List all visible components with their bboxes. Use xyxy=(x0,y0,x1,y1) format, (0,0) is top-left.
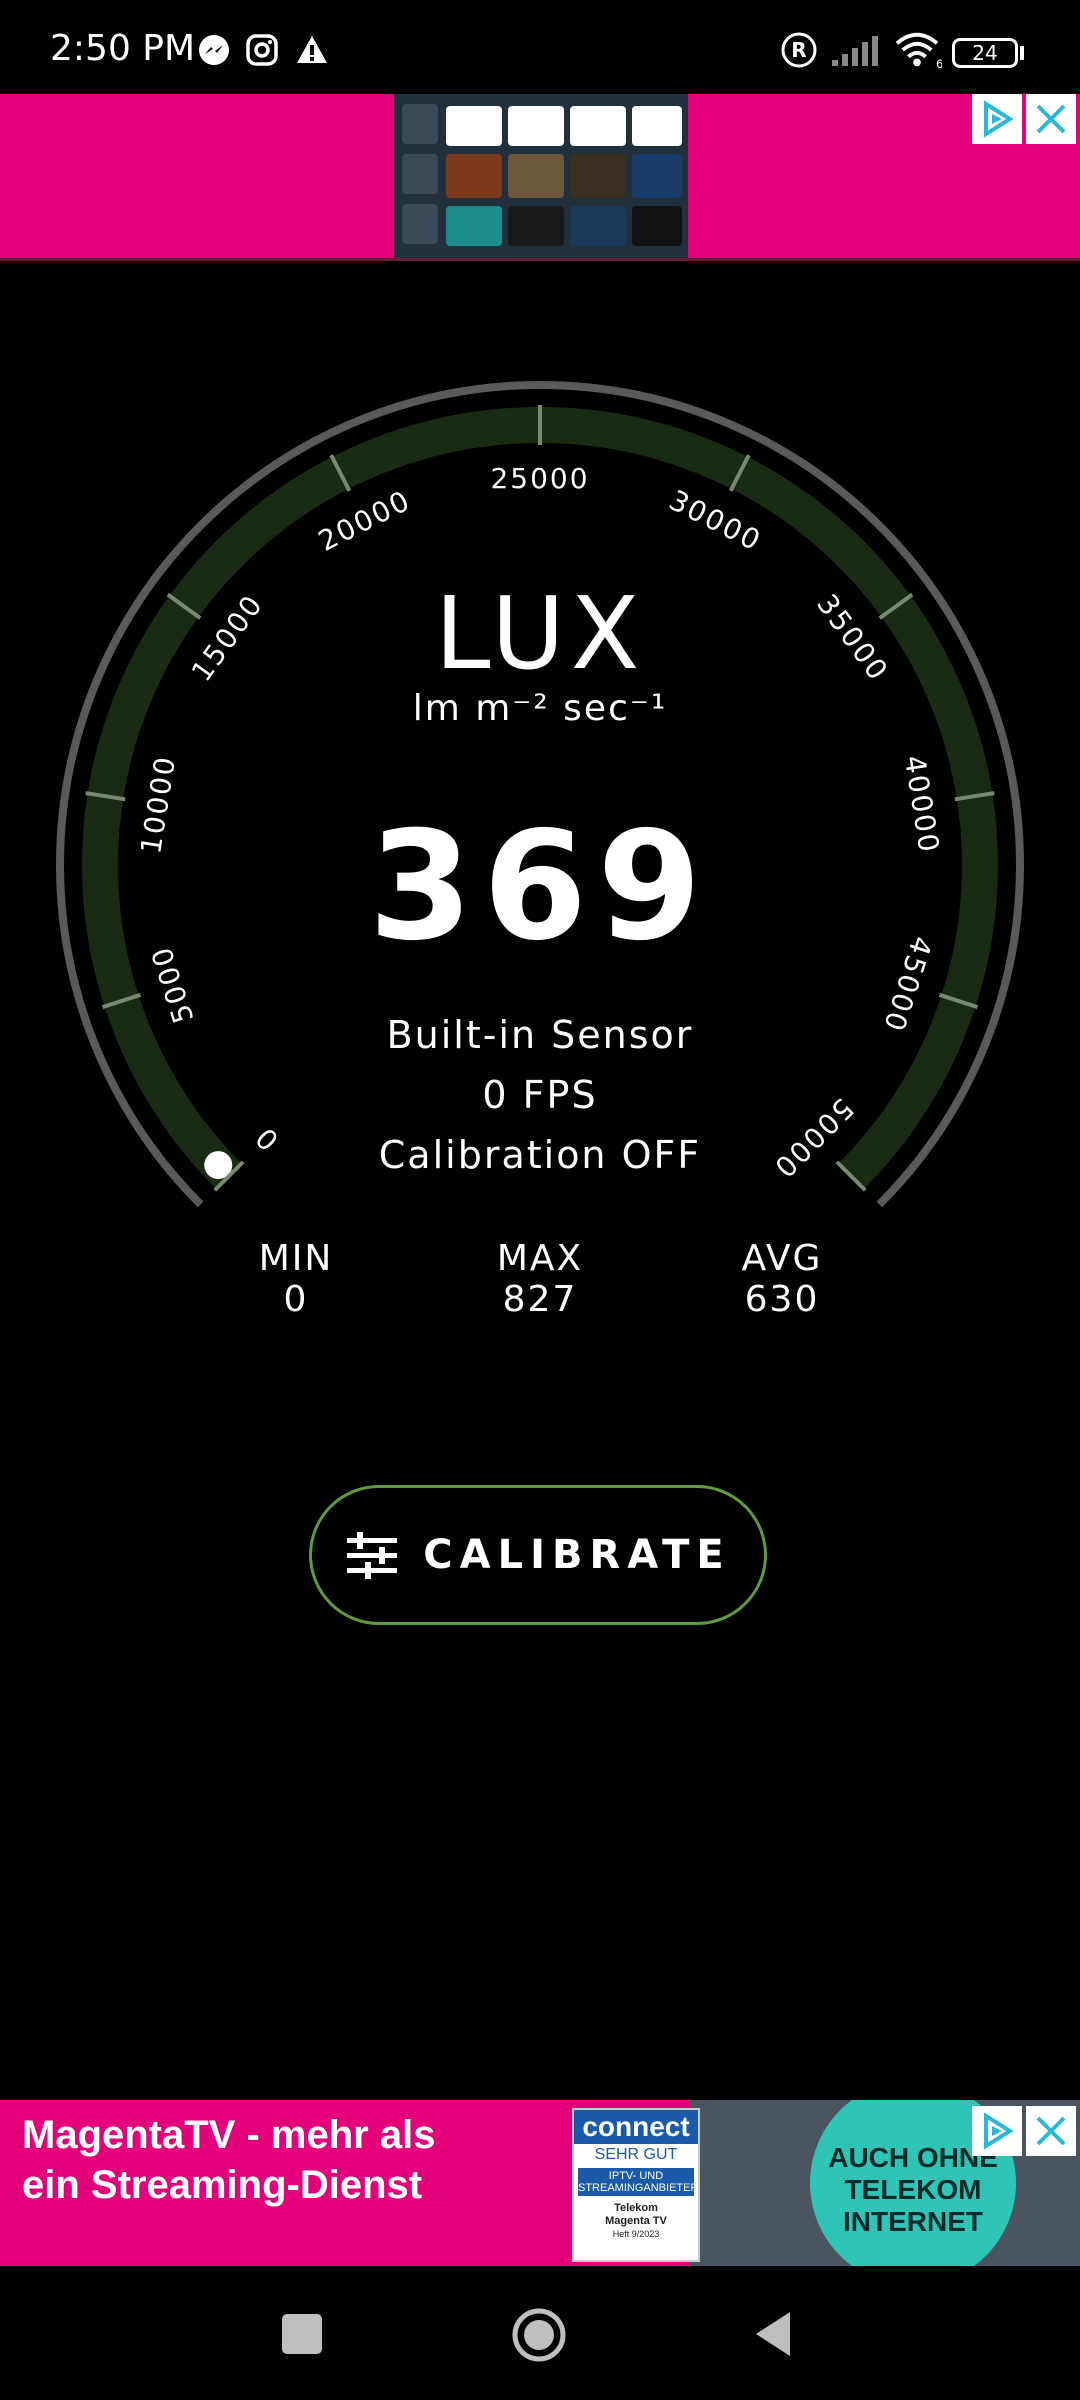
lux-gauge: 0500010000150002000025000300003500040000… xyxy=(56,380,1024,1208)
stat-avg-label: AVG xyxy=(741,1238,823,1279)
calibration-status: Calibration OFF xyxy=(378,1133,702,1177)
gauge-title: LUX xyxy=(434,575,646,692)
status-bar: 2:50 PM R 6 24 xyxy=(0,0,1080,92)
adchoices-icon-bottom[interactable] xyxy=(972,2106,1022,2156)
stat-max-label: MAX xyxy=(496,1238,584,1279)
stat-max-value: 827 xyxy=(502,1279,578,1320)
gauge-unit: lm m⁻² sec⁻¹ xyxy=(412,688,668,729)
badge-line2: STREAMINGANBIETER xyxy=(578,2182,699,2194)
registered-icon: R xyxy=(781,32,817,68)
battery-icon: 24 xyxy=(952,38,1018,68)
status-time: 2:50 PM xyxy=(50,28,196,69)
calibrate-label: CALIBRATE xyxy=(423,1532,731,1578)
ad-headline-line-1: MagentaTV - mehr als xyxy=(22,2113,436,2157)
messenger-icon xyxy=(199,35,229,65)
ad-banner-top[interactable] xyxy=(0,94,1080,261)
battery-level: 24 xyxy=(972,41,998,65)
battery-tip xyxy=(1020,46,1024,60)
instagram-icon xyxy=(246,34,278,66)
gauge-tick-label: 25000 xyxy=(490,462,589,495)
svg-text:R: R xyxy=(791,38,806,62)
badge-title: connect xyxy=(574,2110,698,2144)
ad-close-icon-bottom[interactable] xyxy=(1026,2106,1076,2156)
ad-circle-text: AUCH OHNE TELEKOM INTERNET xyxy=(810,2142,1016,2238)
stat-avg-value: 630 xyxy=(744,1279,820,1320)
ad-rating-badge: connect SEHR GUT IPTV- UND STREAMINGANBI… xyxy=(572,2108,700,2262)
lux-value: 369 xyxy=(368,800,712,974)
home-button[interactable] xyxy=(510,2306,568,2364)
stat-min-label: MIN xyxy=(258,1238,334,1279)
ad-circle-line-2: TELEKOM xyxy=(844,2174,982,2205)
fps-readout: 0 FPS xyxy=(482,1073,598,1117)
recents-button[interactable] xyxy=(282,2314,322,2354)
ad-headline: MagentaTV - mehr als ein Streaming-Diens… xyxy=(22,2110,435,2210)
calibrate-button[interactable]: CALIBRATE xyxy=(309,1485,767,1625)
stat-avg: AVG 630 xyxy=(682,1238,882,1320)
warning-icon xyxy=(297,36,327,63)
ad-circle-line-3: INTERNET xyxy=(843,2206,983,2237)
sensor-source: Built-in Sensor xyxy=(386,1013,694,1057)
stat-min: MIN 0 xyxy=(196,1238,396,1320)
badge-issue: Heft 9/2023 xyxy=(612,2229,660,2239)
badge-brand2: Magenta TV xyxy=(605,2215,667,2227)
ad-close-icon[interactable] xyxy=(1026,94,1076,144)
ad-banner-bottom[interactable]: MagentaTV - mehr als ein Streaming-Diens… xyxy=(0,2100,1080,2266)
ad-headline-line-2: ein Streaming-Dienst xyxy=(22,2163,423,2207)
sliders-icon xyxy=(347,1532,398,1579)
back-button[interactable] xyxy=(752,2310,794,2358)
adchoices-icon[interactable] xyxy=(972,94,1022,144)
ad-image xyxy=(394,94,688,258)
badge-rating: SEHR GUT xyxy=(594,2146,678,2163)
badge-line1: IPTV- UND xyxy=(608,2170,664,2182)
badge-brand1: Telekom xyxy=(614,2202,658,2214)
signal-icon xyxy=(832,36,878,66)
stat-min-value: 0 xyxy=(283,1279,309,1320)
svg-text:6: 6 xyxy=(936,57,942,70)
navigation-bar xyxy=(0,2266,1080,2400)
wifi-icon: 6 xyxy=(895,32,942,70)
stat-max: MAX 827 xyxy=(440,1238,640,1320)
